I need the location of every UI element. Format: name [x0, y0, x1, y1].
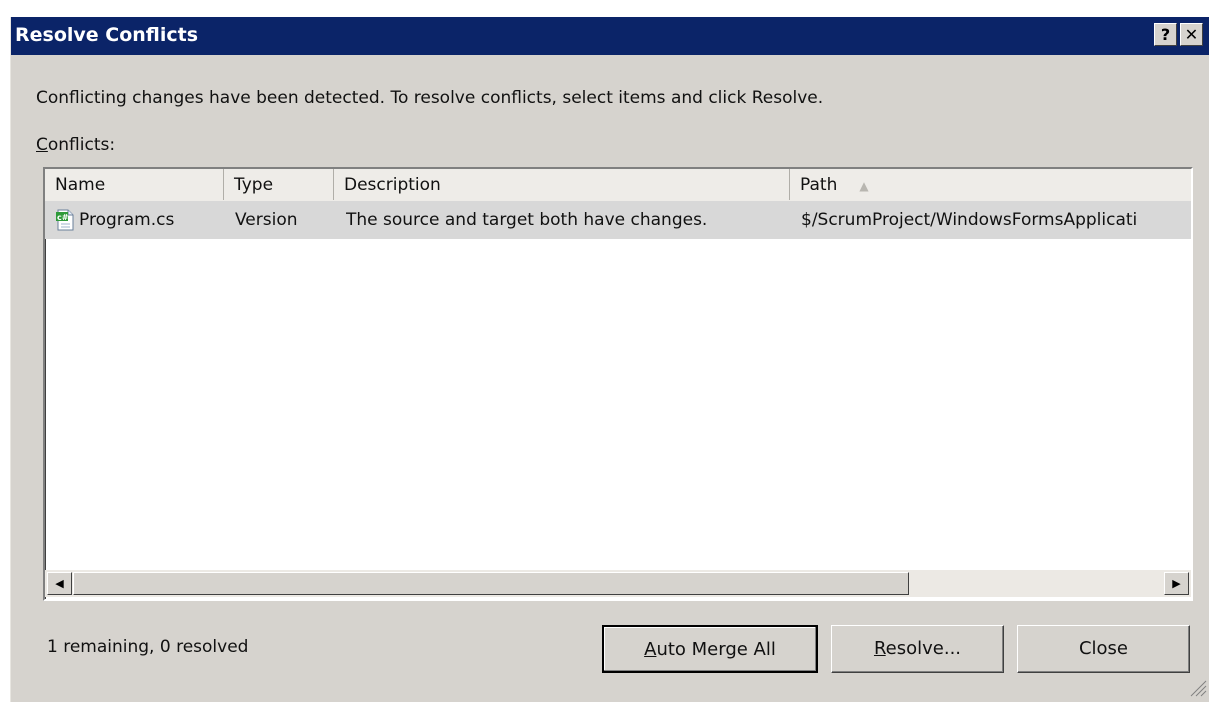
list-header: Name Type Description Path ▲: [45, 169, 1191, 201]
close-icon: ✕: [1184, 25, 1199, 44]
arrow-right-icon: ▶: [1172, 577, 1181, 590]
help-button[interactable]: ?: [1154, 23, 1177, 46]
horizontal-scrollbar[interactable]: ◀ ▶: [45, 570, 1191, 597]
scroll-right-button[interactable]: ▶: [1164, 572, 1189, 595]
column-header-description[interactable]: Description: [334, 169, 790, 200]
help-icon: ?: [1160, 25, 1171, 44]
auto-merge-label: uto Merge All: [656, 639, 776, 660]
conflicts-label-mnemonic: C: [36, 135, 48, 155]
conflicts-list[interactable]: Name Type Description Path ▲ c# Program.c…: [43, 167, 1193, 601]
svg-text:c#: c#: [57, 213, 69, 222]
column-description-label: Description: [344, 175, 441, 195]
instruction-text: Conflicting changes have been detected. …: [36, 88, 824, 108]
row-description: The source and target both have changes.: [346, 210, 708, 230]
close-label: Close: [1078, 638, 1129, 659]
resolve-label: esolve...: [885, 638, 962, 659]
conflicts-label: Conflicts:: [36, 135, 115, 155]
row-name: Program.cs: [79, 210, 175, 230]
auto-merge-all-button[interactable]: Auto Merge All: [602, 625, 818, 673]
scrollbar-thumb[interactable]: [73, 572, 909, 595]
title-bar[interactable]: Resolve Conflicts ? ✕: [11, 17, 1209, 55]
csharp-file-icon: c#: [56, 209, 74, 231]
auto-merge-mnemonic: A: [644, 639, 657, 660]
row-type: Version: [235, 210, 298, 230]
resolve-mnemonic: R: [873, 638, 886, 659]
column-header-type[interactable]: Type: [224, 169, 334, 200]
resolve-button[interactable]: Resolve...: [831, 625, 1004, 673]
column-name-label: Name: [55, 175, 106, 195]
arrow-left-icon: ◀: [55, 577, 64, 590]
close-button[interactable]: Close: [1017, 625, 1190, 673]
conflicts-label-text: onflicts:: [47, 135, 116, 155]
close-window-button[interactable]: ✕: [1180, 23, 1203, 46]
column-header-name[interactable]: Name: [45, 169, 224, 200]
resize-grip-icon[interactable]: [1187, 677, 1207, 697]
column-header-path[interactable]: Path ▲: [790, 169, 1191, 200]
window-title: Resolve Conflicts: [15, 24, 199, 46]
table-row[interactable]: c# Program.cs Version The source and tar…: [45, 201, 1191, 239]
sort-ascending-icon: ▲: [859, 179, 869, 193]
column-path-label: Path: [800, 175, 838, 195]
scroll-left-button[interactable]: ◀: [47, 572, 72, 595]
column-type-label: Type: [234, 175, 274, 195]
row-path: $/ScrumProject/WindowsFormsApplicati: [801, 210, 1138, 230]
status-text: 1 remaining, 0 resolved: [47, 637, 249, 657]
resolve-conflicts-dialog: Resolve Conflicts ? ✕ Conflicting change…: [10, 17, 1209, 702]
